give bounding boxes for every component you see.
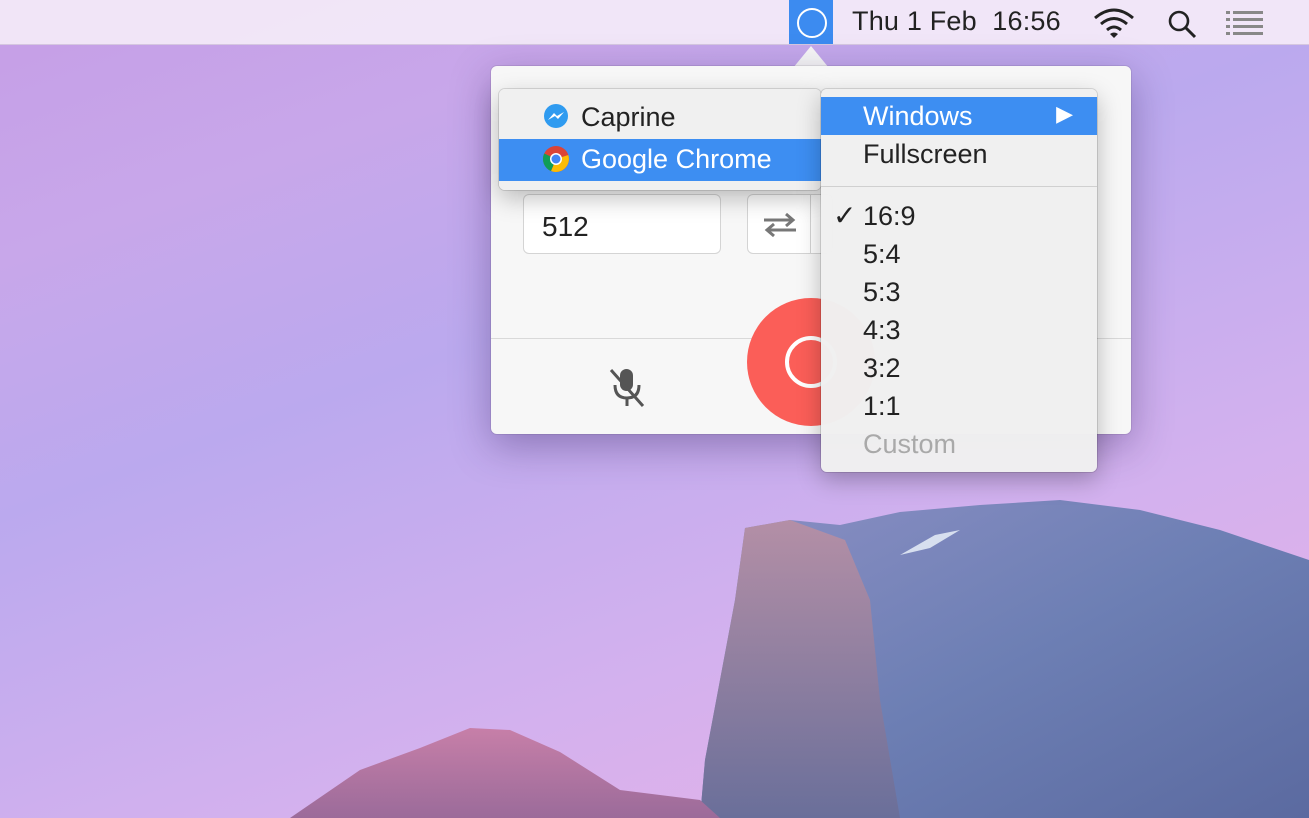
wifi-icon[interactable] xyxy=(1092,6,1136,40)
swap-button-divider xyxy=(810,195,811,253)
menu-item-label: 1:1 xyxy=(863,391,901,421)
menu-item-label: 3:2 xyxy=(863,353,901,383)
menu-item-fullscreen[interactable]: Fullscreen xyxy=(821,135,1097,173)
menu-item-label: 5:3 xyxy=(863,277,901,307)
notification-center-icon[interactable] xyxy=(1226,10,1264,36)
menu-item-ratio-5-4[interactable]: 5:4 xyxy=(821,235,1097,273)
aspect-ratio-menu: Windows ▶ Fullscreen ✓ 16:9 5:4 5:3 4:3 … xyxy=(821,89,1097,472)
menu-item-label: 5:4 xyxy=(863,239,901,269)
menu-item-ratio-16-9[interactable]: ✓ 16:9 xyxy=(821,197,1097,235)
menu-item-label: Fullscreen xyxy=(863,139,988,169)
menu-item-google-chrome[interactable]: Google Chrome xyxy=(499,139,821,181)
menu-item-ratio-3-2[interactable]: 3:2 xyxy=(821,349,1097,387)
microphone-muted-icon xyxy=(609,369,645,407)
menu-item-label: Caprine xyxy=(581,102,676,132)
menu-item-ratio-4-3[interactable]: 4:3 xyxy=(821,311,1097,349)
spotlight-search-icon[interactable] xyxy=(1166,8,1198,40)
menu-separator xyxy=(821,186,1097,187)
app-record-icon[interactable] xyxy=(789,0,833,44)
menubar-clock[interactable]: Thu 1 Feb 16:56 xyxy=(852,6,1061,37)
mute-microphone-button[interactable] xyxy=(607,366,647,410)
google-chrome-icon xyxy=(542,146,569,172)
menu-item-ratio-5-3[interactable]: 5:3 xyxy=(821,273,1097,311)
menu-item-label: Google Chrome xyxy=(581,144,772,174)
popover-arrow xyxy=(793,46,829,68)
menu-item-ratio-1-1[interactable]: 1:1 xyxy=(821,387,1097,425)
checkmark-icon: ✓ xyxy=(833,200,857,231)
menu-item-label: Windows xyxy=(863,101,973,131)
distant-peak xyxy=(290,728,720,818)
menu-item-label: 4:3 xyxy=(863,315,901,345)
menu-item-label: Custom xyxy=(863,429,957,459)
menu-item-custom: Custom xyxy=(821,425,1097,463)
menu-item-caprine[interactable]: Caprine xyxy=(499,97,821,139)
width-input[interactable]: 512 xyxy=(523,194,721,254)
menu-bar: Thu 1 Feb 16:56 xyxy=(0,0,1309,45)
caprine-messenger-icon xyxy=(544,104,568,128)
menu-item-windows[interactable]: Windows ▶ xyxy=(821,97,1097,135)
menu-item-label: 16:9 xyxy=(863,201,916,231)
swap-arrows-icon xyxy=(764,212,796,238)
submenu-arrow-icon: ▶ xyxy=(1056,101,1073,126)
record-ring xyxy=(797,8,827,38)
app-source-menu: Caprine Google Chrome xyxy=(499,89,821,190)
